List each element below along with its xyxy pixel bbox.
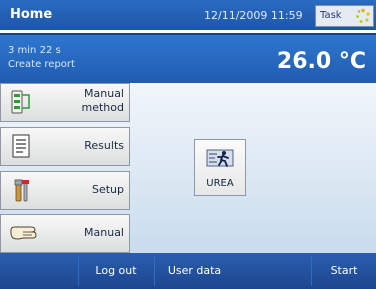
start-button[interactable]: Start: [311, 256, 376, 286]
current-task: Create report: [8, 59, 75, 70]
task-button[interactable]: Task: [315, 5, 374, 27]
method-shortcut-urea[interactable]: UREA: [194, 139, 246, 196]
main-area: Manual method Results Setup Manual: [0, 83, 376, 253]
sidebar-item-label: Setup: [91, 183, 124, 196]
temperature-readout: 26.0 °C: [276, 49, 366, 74]
elapsed-time: 3 min 22 s: [8, 45, 61, 56]
sidebar-item-manual-method[interactable]: Manual method: [0, 83, 130, 122]
sidebar-item-results[interactable]: Results: [0, 127, 130, 166]
running-man-icon: [206, 149, 234, 167]
title-bar: Home 12/11/2009 11:59 Task: [0, 0, 376, 30]
titration-terminal-screen: Home 12/11/2009 11:59 Task 3 min 22 s Cr…: [0, 0, 376, 289]
sidebar-item-label: Manual: [84, 226, 124, 239]
busy-spinner-icon: [356, 8, 370, 23]
page-title: Home: [10, 7, 53, 22]
sidebar-item-setup[interactable]: Setup: [0, 171, 130, 210]
hand-icon: [10, 226, 37, 240]
status-bar: 3 min 22 s Create report 26.0 °C: [0, 33, 376, 83]
sidebar-item-label: Results: [84, 139, 124, 152]
bottom-toolbar: Log out User data Start: [0, 253, 376, 289]
log-out-button[interactable]: Log out: [78, 256, 153, 286]
datetime-display: 12/11/2009 11:59: [204, 9, 303, 22]
method-label: UREA: [206, 178, 234, 189]
user-data-button[interactable]: User data: [154, 256, 234, 286]
sidebar-item-manual[interactable]: Manual: [0, 214, 130, 253]
tools-icon: [14, 179, 29, 202]
clipboard-icon: [12, 134, 30, 158]
method-list-icon: [11, 90, 30, 114]
task-button-label: Task: [320, 10, 342, 21]
sidebar-item-label: Manual method: [81, 87, 124, 114]
